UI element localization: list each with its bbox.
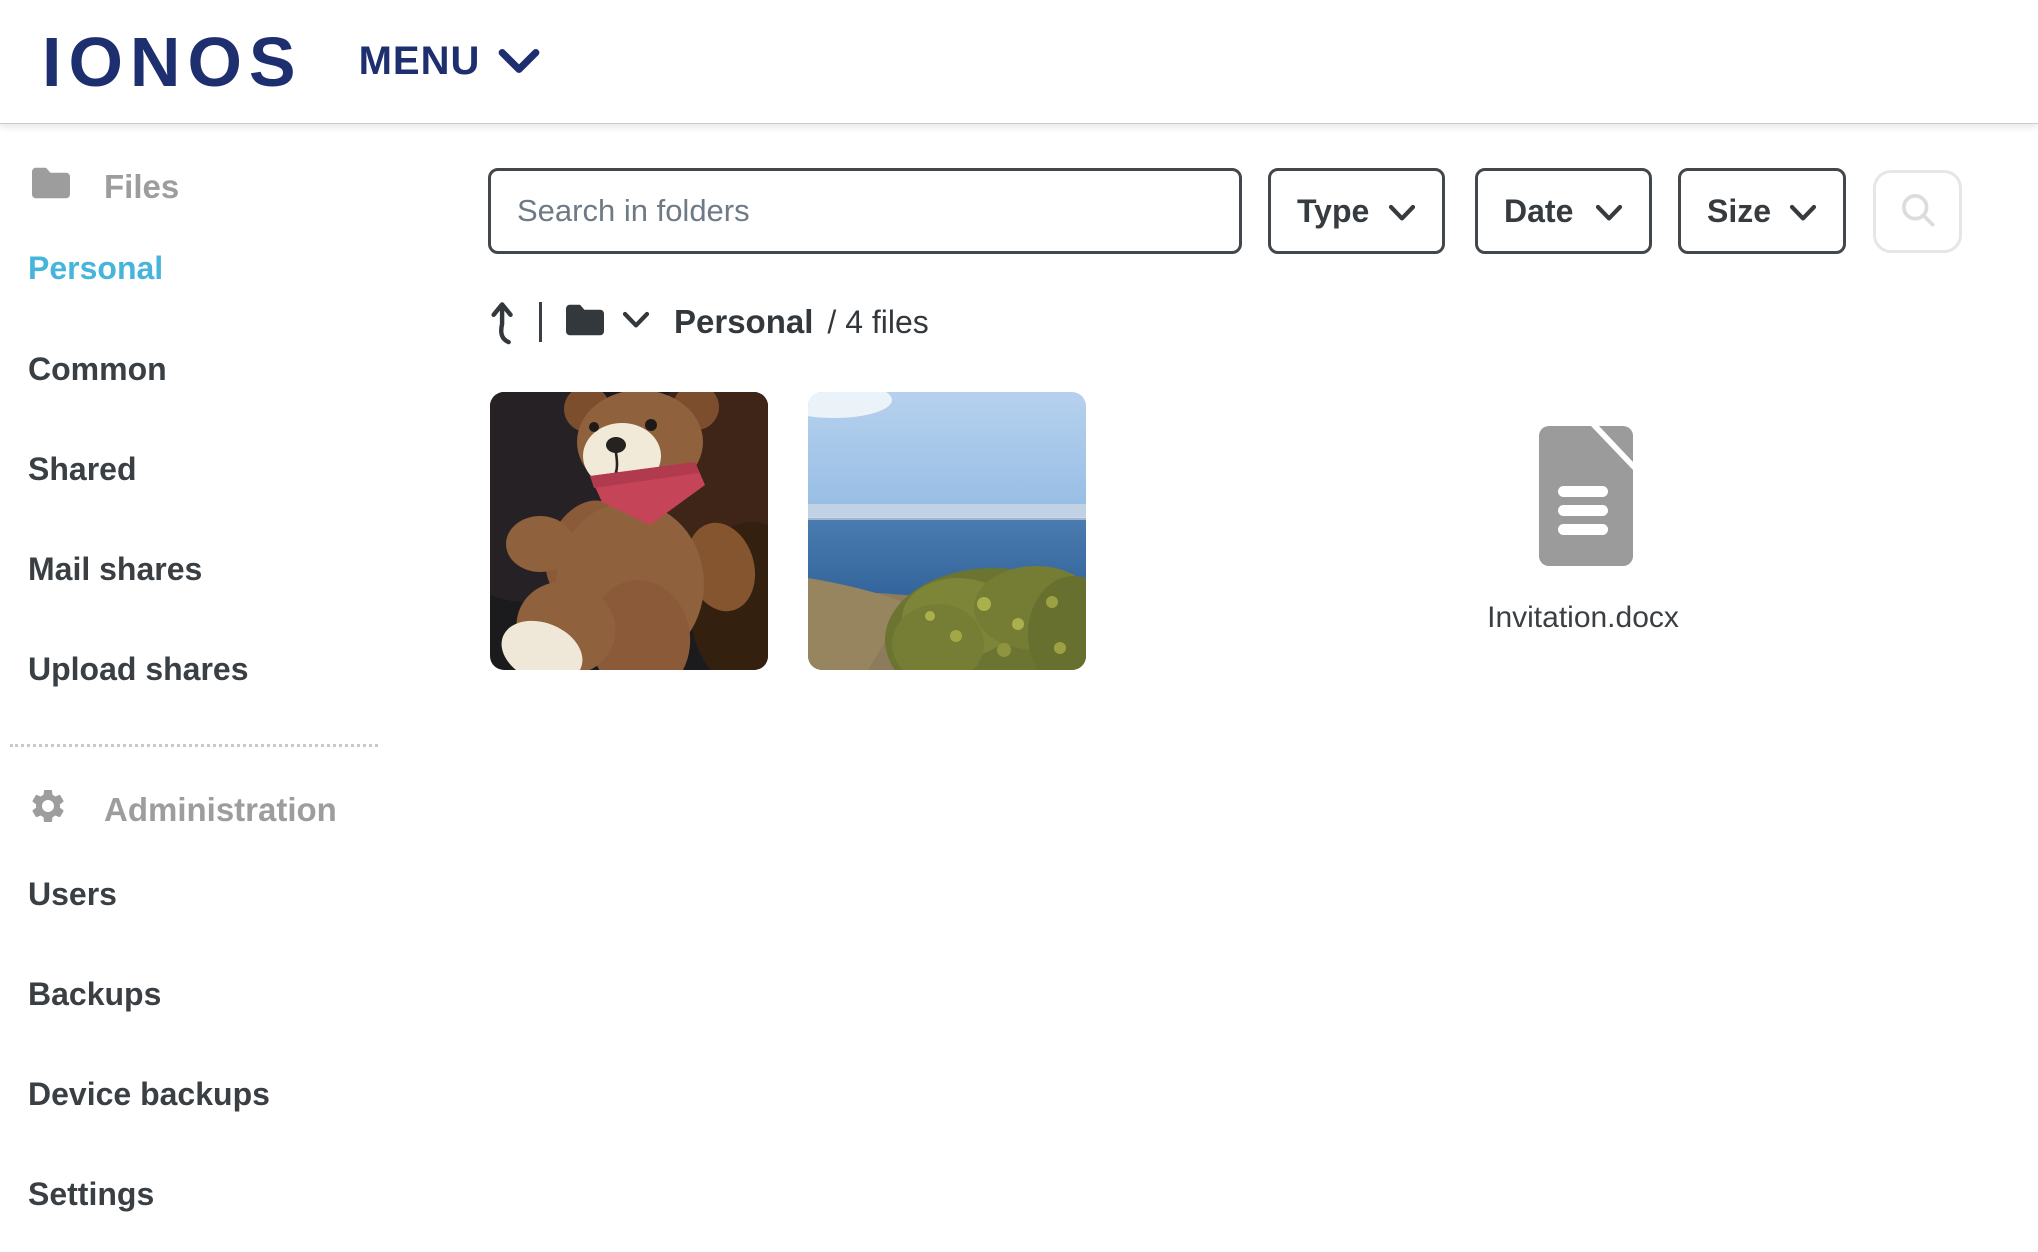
landscape-photo-thumbnail: [808, 392, 1086, 670]
file-tile-blank[interactable]: [1126, 392, 1404, 670]
folder-icon: [28, 164, 74, 210]
breadcrumb: Personal / 4 files: [489, 294, 929, 350]
size-filter-label: Size: [1707, 193, 1771, 230]
type-filter-label: Type: [1297, 193, 1369, 230]
sidebar-item-personal[interactable]: Personal: [28, 250, 163, 287]
sidebar-item-mail-shares[interactable]: Mail shares: [28, 551, 202, 588]
sidebar-item-backups[interactable]: Backups: [28, 976, 161, 1013]
sidebar-item-users[interactable]: Users: [28, 876, 117, 913]
sidebar-nav: Files Personal Common Shared Mail shares…: [0, 124, 392, 1252]
menu-button[interactable]: MENU: [359, 39, 541, 84]
folder-icon[interactable]: [562, 301, 608, 344]
sidebar-section-administration: Administration: [28, 786, 337, 834]
date-filter-label: Date: [1504, 193, 1573, 230]
search-input[interactable]: [488, 168, 1242, 254]
sidebar-item-device-backups[interactable]: Device backups: [28, 1076, 270, 1113]
sidebar-item-shared[interactable]: Shared: [28, 451, 136, 488]
file-tile-landscape-photo[interactable]: [808, 392, 1086, 670]
file-name-label: Invitation.docx: [1487, 601, 1679, 635]
chevron-down-icon: [498, 39, 540, 84]
file-document-icon: [1530, 424, 1636, 573]
sidebar-item-settings[interactable]: Settings: [28, 1176, 154, 1213]
ionos-logo: IONOS: [42, 27, 303, 97]
size-filter-dropdown[interactable]: Size: [1678, 168, 1846, 254]
sidebar-divider: [10, 744, 378, 747]
top-header-bar: IONOS MENU: [0, 0, 2038, 124]
breadcrumb-separator: [539, 302, 542, 342]
chevron-down-icon: [1595, 193, 1623, 230]
type-filter-dropdown[interactable]: Type: [1268, 168, 1445, 254]
breadcrumb-file-count: / 4 files: [827, 304, 928, 341]
menu-button-label: MENU: [359, 39, 481, 84]
file-manager-app: IONOS MENU Files Personal Common Shared …: [0, 0, 2038, 1252]
chevron-down-icon[interactable]: [622, 311, 650, 334]
arrow-up-icon[interactable]: [489, 294, 523, 351]
sidebar-item-upload-shares[interactable]: Upload shares: [28, 651, 249, 688]
search-submit-button[interactable]: [1873, 170, 1962, 253]
breadcrumb-current-folder[interactable]: Personal: [674, 303, 813, 341]
chevron-down-icon: [1388, 193, 1416, 230]
chevron-down-icon: [1789, 193, 1817, 230]
date-filter-dropdown[interactable]: Date: [1475, 168, 1652, 254]
sidebar-section-administration-label: Administration: [104, 791, 337, 829]
sidebar-item-common[interactable]: Common: [28, 351, 167, 388]
file-tile-invitation-docx[interactable]: Invitation.docx: [1444, 392, 1722, 682]
gear-icon: [28, 786, 68, 834]
sidebar-section-files-label: Files: [104, 168, 179, 206]
sidebar-section-files: Files: [28, 164, 179, 210]
teddy-photo-thumbnail: [490, 392, 768, 670]
magnifier-icon: [1896, 188, 1940, 235]
file-tile-teddy-photo[interactable]: [490, 392, 768, 670]
